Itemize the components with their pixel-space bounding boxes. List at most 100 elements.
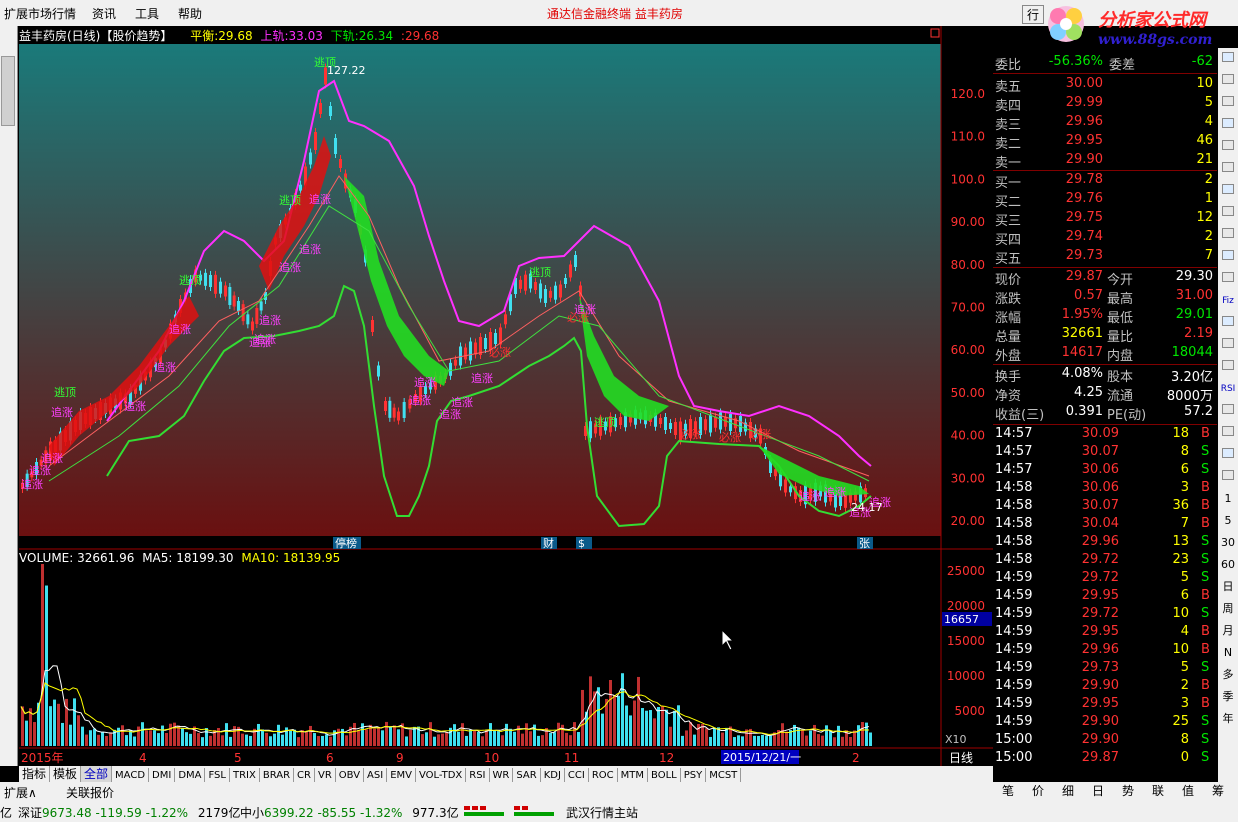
tool-icon[interactable]	[1218, 180, 1238, 202]
tick-row[interactable]: 14:57 30.09 18 B	[993, 426, 1217, 445]
quote-row[interactable]: 外盘 14617 内盘 18044	[993, 345, 1217, 364]
tick-row[interactable]: 14:58 29.72 23 S	[993, 552, 1217, 571]
panel-tab[interactable]: 值	[1173, 782, 1203, 799]
panel-tab[interactable]: 势	[1113, 782, 1143, 799]
tick-row[interactable]: 15:00 29.90 8 S	[993, 732, 1217, 751]
index-sz[interactable]: 深证9673.48 -119.59 -1.22% 2179亿	[18, 804, 240, 821]
period-button[interactable]: N	[1218, 642, 1238, 664]
quote-row[interactable]: 涨幅 1.95% 最低 29.01	[993, 307, 1217, 326]
tool-icon[interactable]	[1218, 92, 1238, 114]
tool-icon[interactable]	[1218, 48, 1238, 70]
quote-row[interactable]: 总量 32661 量比 2.19	[993, 326, 1217, 345]
buy-row[interactable]: 买一 29.78 2	[993, 172, 1217, 191]
buy-row[interactable]: 买四 29.74 2	[993, 229, 1217, 248]
menu-market[interactable]: 扩展市场行情	[4, 5, 76, 22]
event-marker[interactable]: 停榜	[335, 536, 357, 550]
related-quote-button[interactable]: 关联报价	[66, 784, 114, 801]
index-zx[interactable]: 中小6399.22 -85.55 -1.32% 977.3亿	[240, 804, 459, 821]
tool-icon[interactable]	[1218, 356, 1238, 378]
panel-tab[interactable]: 日	[1083, 782, 1113, 799]
indicator-tab[interactable]: 全部	[81, 766, 113, 782]
panel-tab[interactable]: 细	[1053, 782, 1083, 799]
tick-row[interactable]: 15:00 29.87 0 S	[993, 750, 1217, 769]
tick-row[interactable]: 14:59 29.90 25 S	[993, 714, 1217, 733]
panel-tab[interactable]: 笔	[993, 782, 1023, 799]
event-marker[interactable]: 张	[859, 537, 870, 550]
period-button[interactable]: 日	[1218, 576, 1238, 598]
tool-icon[interactable]	[1218, 268, 1238, 290]
event-marker[interactable]: $	[578, 537, 585, 550]
tool-icon[interactable]	[1218, 466, 1238, 488]
tick-row[interactable]: 14:59 29.95 4 B	[993, 624, 1217, 643]
period-button[interactable]: 5	[1218, 510, 1238, 532]
period-button[interactable]: 月	[1218, 620, 1238, 642]
tick-row[interactable]: 14:59 29.90 2 B	[993, 678, 1217, 697]
panel-tab[interactable]: 价	[1023, 782, 1053, 799]
sell-row[interactable]: 卖三 29.96 4	[993, 114, 1217, 133]
tool-icon[interactable]	[1218, 246, 1238, 268]
period-label: 日线	[949, 751, 973, 765]
quote-row[interactable]: 净资 4.25 流通 8000万	[993, 385, 1217, 404]
quote-row[interactable]: 涨跌 0.57 最高 31.00	[993, 288, 1217, 307]
tick-row[interactable]: 14:59 29.73 5 S	[993, 660, 1217, 679]
volume-bar	[165, 732, 168, 746]
chart-area[interactable]: 追涨追涨追涨追涨 追涨追涨追涨追涨追涨追涨追涨追涨追涨追涨追涨追涨追涨追涨追涨追涨…	[19, 26, 993, 766]
quote-row[interactable]: 现价 29.87 今开 29.30	[993, 269, 1217, 288]
tick-row[interactable]: 14:58 30.07 36 B	[993, 498, 1217, 517]
panel-tab[interactable]: 联	[1143, 782, 1173, 799]
menu-tools[interactable]: 工具	[135, 5, 159, 22]
menu-news[interactable]: 资讯	[92, 5, 116, 22]
tick-row[interactable]: 14:59 29.95 3 B	[993, 696, 1217, 715]
indicator-tool-icon[interactable]: Fiz	[1218, 290, 1238, 312]
quote-row[interactable]: 换手 4.08% 股本 3.20亿	[993, 366, 1217, 385]
sell-row[interactable]: 卖二 29.95 46	[993, 133, 1217, 152]
tool-icon[interactable]	[1218, 70, 1238, 92]
panel-tab[interactable]: 筹	[1203, 782, 1233, 799]
tick-row[interactable]: 14:59 29.72 10 S	[993, 606, 1217, 625]
tool-icon[interactable]	[1218, 202, 1238, 224]
indicator-tab[interactable]: 模板	[50, 766, 82, 782]
scroll-thumb[interactable]	[1, 56, 15, 126]
indicator-tab[interactable]: 指标	[19, 766, 51, 782]
indicator-tool-icon[interactable]: RSI	[1218, 378, 1238, 400]
tick-row[interactable]: 14:59 29.72 5 S	[993, 570, 1217, 589]
left-scrollbar[interactable]	[0, 26, 18, 766]
period-button[interactable]: 周	[1218, 598, 1238, 620]
tool-icon[interactable]	[1218, 224, 1238, 246]
sell-row[interactable]: 卖四 29.99 5	[993, 95, 1217, 114]
buy-row[interactable]: 买三 29.75 12	[993, 210, 1217, 229]
period-button[interactable]: 60	[1218, 554, 1238, 576]
tick-row[interactable]: 14:57 30.07 8 S	[993, 444, 1217, 463]
tick-row[interactable]: 14:59 29.96 10 B	[993, 642, 1217, 661]
tool-icon[interactable]	[1218, 136, 1238, 158]
tool-icon[interactable]	[1218, 158, 1238, 180]
buy-row[interactable]: 买五 29.73 7	[993, 248, 1217, 267]
period-button[interactable]: 1	[1218, 488, 1238, 510]
tool-icon[interactable]	[1218, 334, 1238, 356]
sell-row[interactable]: 卖五 30.00 10	[993, 76, 1217, 95]
tool-icon[interactable]	[1218, 422, 1238, 444]
period-button[interactable]: 年	[1218, 708, 1238, 730]
wb-row[interactable]: 委比 -56.36% 委差 -62	[993, 54, 1217, 73]
sell-row[interactable]: 卖一 29.90 21	[993, 152, 1217, 171]
event-marker[interactable]: 财	[543, 536, 554, 550]
tick-row[interactable]: 14:58 29.96 13 S	[993, 534, 1217, 553]
maximize-icon[interactable]	[930, 28, 940, 38]
tool-icon[interactable]	[1218, 312, 1238, 334]
volume-bar	[25, 720, 28, 746]
buy-row[interactable]: 买二 29.76 1	[993, 191, 1217, 210]
expand-button[interactable]: 扩展∧	[4, 784, 37, 801]
period-button[interactable]: 季	[1218, 686, 1238, 708]
tool-icon[interactable]	[1218, 400, 1238, 422]
tick-row[interactable]: 14:58 30.06 3 B	[993, 480, 1217, 499]
quote-row[interactable]: 收益(三) 0.391 PE(动) 57.2	[993, 404, 1217, 423]
tick-row[interactable]: 14:58 30.04 7 B	[993, 516, 1217, 535]
menu-help[interactable]: 帮助	[178, 5, 202, 22]
period-button[interactable]: 30	[1218, 532, 1238, 554]
period-button[interactable]: 多	[1218, 664, 1238, 686]
tool-icon[interactable]	[1218, 114, 1238, 136]
tick-row[interactable]: 14:59 29.95 6 B	[993, 588, 1217, 607]
server-station[interactable]: 武汉行情主站	[566, 804, 638, 821]
tool-icon[interactable]	[1218, 444, 1238, 466]
tick-row[interactable]: 14:57 30.06 6 S	[993, 462, 1217, 481]
